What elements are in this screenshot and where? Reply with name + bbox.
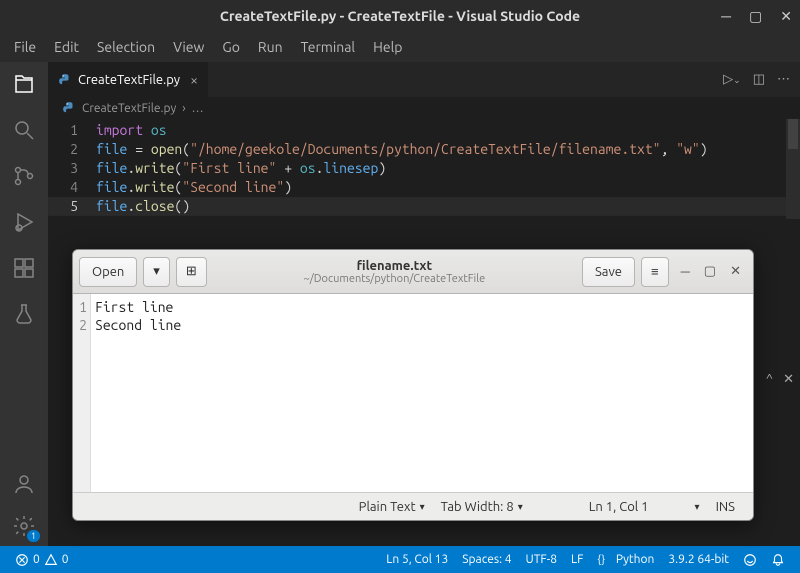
gedit-header: Open ▾ ⊞ filename.txt ~/Documents/python… xyxy=(73,250,753,294)
status-indent[interactable]: Spaces: 4 xyxy=(455,553,518,566)
menu-go[interactable]: Go xyxy=(214,35,247,59)
line-number: 1 xyxy=(48,121,96,140)
status-bell-icon[interactable] xyxy=(764,553,792,567)
gedit-tabwidth[interactable]: Tab Width: 8▾ xyxy=(433,500,531,514)
gedit-cursor-pos: Ln 1, Col 1 xyxy=(581,500,657,514)
menu-file[interactable]: File xyxy=(6,35,44,59)
menu-selection[interactable]: Selection xyxy=(89,35,163,59)
status-eol[interactable]: LF xyxy=(564,553,590,566)
line-number: 5 xyxy=(48,197,96,216)
status-encoding[interactable]: UTF-8 xyxy=(519,553,564,566)
breadcrumb-sep: › xyxy=(182,102,185,115)
status-python-env[interactable]: 3.9.2 64-bit xyxy=(661,553,736,566)
window-controls: ─ ▢ ✕ xyxy=(721,8,792,25)
more-actions-icon[interactable]: ⋯ xyxy=(777,72,790,87)
panel-close-icon[interactable]: ✕ xyxy=(783,372,794,387)
breadcrumb[interactable]: CreateTextFile.py › … xyxy=(48,97,800,119)
gedit-lang[interactable]: Plain Text▾ xyxy=(351,500,433,514)
status-cursor-pos[interactable]: Ln 5, Col 13 xyxy=(379,553,455,566)
hamburger-menu-button[interactable]: ≡ xyxy=(641,257,669,287)
status-bar: 0 0 Ln 5, Col 13 Spaces: 4 UTF-8 LF {} P… xyxy=(0,546,800,573)
extensions-icon[interactable] xyxy=(10,254,38,282)
tab-bar: CreateTextFile.py × ▷⌄ ◫ ⋯ xyxy=(48,62,800,97)
new-tab-button[interactable]: ⊞ xyxy=(176,257,207,287)
code-editor[interactable]: 1import os 2file = open("/home/geekole/D… xyxy=(48,119,800,216)
gedit-minimize-icon[interactable]: ─ xyxy=(681,264,690,279)
gedit-ins-mode[interactable]: INS xyxy=(708,500,743,514)
gedit-body[interactable]: 12 First line Second line xyxy=(73,294,753,492)
save-button[interactable]: Save xyxy=(582,257,635,287)
gedit-status-bar: Plain Text▾ Tab Width: 8▾ Ln 1, Col 1 ▾ … xyxy=(73,492,753,520)
accounts-icon[interactable] xyxy=(10,470,38,498)
source-control-icon[interactable] xyxy=(10,162,38,190)
breadcrumb-more: … xyxy=(192,102,204,115)
warning-triangle-icon xyxy=(44,553,58,567)
activity-bar: 1 xyxy=(0,62,48,546)
minimize-icon[interactable]: ─ xyxy=(721,8,731,25)
text-editor-window: Open ▾ ⊞ filename.txt ~/Documents/python… xyxy=(72,249,754,521)
tab-label: CreateTextFile.py xyxy=(78,73,180,87)
status-language[interactable]: {} Python xyxy=(590,553,661,566)
python-file-icon xyxy=(62,101,76,115)
gedit-window-controls: ─ ▢ ✕ xyxy=(675,264,747,279)
gedit-gutter: 12 xyxy=(73,294,91,492)
gedit-dropdown[interactable]: ▾ xyxy=(687,501,708,513)
panel-chevron-icon[interactable]: ^ xyxy=(766,372,773,387)
search-icon[interactable] xyxy=(10,116,38,144)
gedit-title-area: filename.txt ~/Documents/python/CreateTe… xyxy=(213,259,576,285)
breadcrumb-file: CreateTextFile.py xyxy=(82,102,176,115)
run-debug-icon[interactable] xyxy=(10,208,38,236)
settings-badge: 1 xyxy=(27,530,40,542)
window-title: CreateTextFile.py - CreateTextFile - Vis… xyxy=(220,8,580,24)
tab-close-icon[interactable]: × xyxy=(190,72,198,88)
gedit-text[interactable]: First line Second line xyxy=(91,294,181,492)
status-feedback-icon[interactable] xyxy=(736,553,764,567)
run-icon[interactable]: ▷⌄ xyxy=(723,72,741,87)
menu-edit[interactable]: Edit xyxy=(46,35,87,59)
menu-help[interactable]: Help xyxy=(365,35,410,59)
gedit-subtitle: ~/Documents/python/CreateTextFile xyxy=(213,273,576,285)
open-button[interactable]: Open xyxy=(79,257,137,287)
line-number: 3 xyxy=(48,159,96,178)
split-editor-icon[interactable]: ◫ xyxy=(753,72,765,87)
testing-icon[interactable] xyxy=(10,300,38,328)
titlebar: CreateTextFile.py - CreateTextFile - Vis… xyxy=(0,0,800,32)
settings-gear-icon[interactable]: 1 xyxy=(10,512,38,540)
line-number: 4 xyxy=(48,178,96,197)
gedit-title: filename.txt xyxy=(213,259,576,273)
menubar: File Edit Selection View Go Run Terminal… xyxy=(0,32,800,62)
error-circle-icon xyxy=(15,553,29,567)
maximize-icon[interactable]: ▢ xyxy=(749,8,762,25)
close-icon[interactable]: ✕ xyxy=(780,8,792,25)
panel-controls: ^ ✕ xyxy=(766,372,794,387)
open-dropdown-button[interactable]: ▾ xyxy=(143,257,170,287)
explorer-icon[interactable] xyxy=(10,70,38,98)
status-errors[interactable]: 0 0 xyxy=(8,553,76,567)
gedit-close-icon[interactable]: ✕ xyxy=(730,264,741,279)
python-file-icon xyxy=(58,73,72,87)
menu-terminal[interactable]: Terminal xyxy=(293,35,364,59)
scroll-thumb[interactable] xyxy=(788,119,798,149)
tab-createtextfile[interactable]: CreateTextFile.py × xyxy=(48,62,209,97)
menu-view[interactable]: View xyxy=(165,35,212,59)
line-number: 2 xyxy=(48,140,96,159)
gedit-maximize-icon[interactable]: ▢ xyxy=(704,264,716,279)
menu-run[interactable]: Run xyxy=(250,35,291,59)
tab-actions: ▷⌄ ◫ ⋯ xyxy=(723,72,800,87)
